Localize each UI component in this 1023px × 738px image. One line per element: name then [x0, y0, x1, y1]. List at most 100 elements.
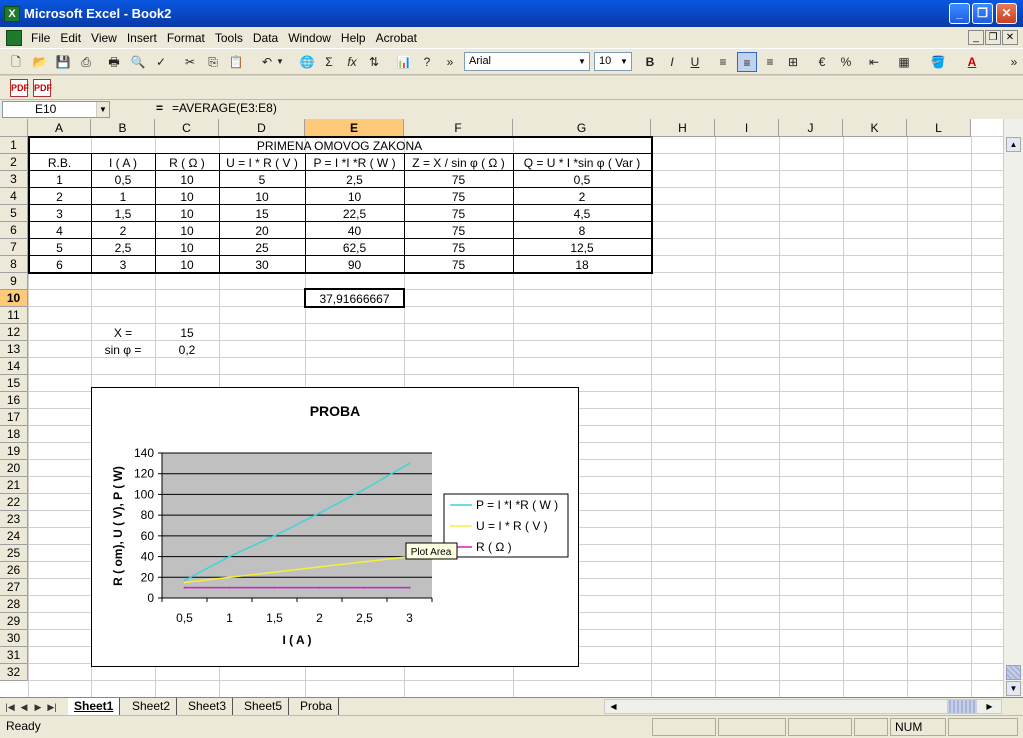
print-preview-icon[interactable]: 🔍 [128, 52, 148, 72]
chart-wizard-icon[interactable]: 📊 [394, 52, 414, 72]
fill-color-icon[interactable]: 🪣 [928, 52, 948, 72]
column-header-c[interactable]: C [155, 119, 219, 137]
scroll-thumb[interactable] [947, 700, 977, 713]
borders-icon[interactable]: ▦ [894, 52, 914, 72]
row-header-18[interactable]: 18 [0, 426, 28, 443]
menu-window[interactable]: Window [283, 31, 336, 45]
decrease-indent-icon[interactable]: ⇤ [864, 52, 884, 72]
row-header-16[interactable]: 16 [0, 392, 28, 409]
menu-acrobat[interactable]: Acrobat [371, 31, 422, 45]
row-header-26[interactable]: 26 [0, 562, 28, 579]
column-header-j[interactable]: J [779, 119, 843, 137]
menu-data[interactable]: Data [248, 31, 283, 45]
currency-icon[interactable]: € [812, 52, 832, 72]
row-header-13[interactable]: 13 [0, 341, 28, 358]
param-value[interactable]: 15 [155, 324, 219, 342]
cut-icon[interactable]: ✂ [180, 52, 200, 72]
menu-file[interactable]: File [26, 31, 55, 45]
row-header-19[interactable]: 19 [0, 443, 28, 460]
worksheet-grid[interactable]: A B C D E F G H I J K L 1 2 3 4 5 6 7 8 9 10 11 12 13 14 15 16 17 18 1… [0, 119, 1003, 697]
chevron-down-icon[interactable]: ▼ [96, 102, 109, 117]
row-header-6[interactable]: 6 [0, 222, 28, 239]
next-sheet-icon[interactable]: ▶ [32, 700, 44, 714]
column-header-b[interactable]: B [91, 119, 155, 137]
scroll-thumb[interactable] [1006, 665, 1021, 680]
close-button[interactable]: ✕ [996, 3, 1017, 24]
row-header-22[interactable]: 22 [0, 494, 28, 511]
sheet-tab-sheet5[interactable]: Sheet5 [238, 698, 290, 715]
row-header-12[interactable]: 12 [0, 324, 28, 341]
row-header-32[interactable]: 32 [0, 664, 28, 681]
row-header-2[interactable]: 2 [0, 154, 28, 171]
sheet-tab-sheet1[interactable]: Sheet1 [68, 698, 121, 715]
row-header-31[interactable]: 31 [0, 647, 28, 664]
row-header-15[interactable]: 15 [0, 375, 28, 392]
param-value[interactable]: 0,2 [155, 341, 219, 359]
print-icon[interactable]: 🖶 [104, 52, 124, 72]
row-header-7[interactable]: 7 [0, 239, 28, 256]
menu-tools[interactable]: Tools [210, 31, 248, 45]
row-header-23[interactable]: 23 [0, 511, 28, 528]
italic-icon[interactable]: I [662, 52, 682, 72]
prev-sheet-icon[interactable]: ◀ [18, 700, 30, 714]
row-header-4[interactable]: 4 [0, 188, 28, 205]
selected-cell-e10[interactable] [304, 288, 405, 308]
workbook-icon[interactable] [6, 29, 22, 46]
menu-format[interactable]: Format [162, 31, 210, 45]
workbook-minimize-button[interactable]: _ [968, 30, 984, 45]
convert-to-pdf-icon[interactable]: PDF [10, 79, 29, 97]
row-header-20[interactable]: 20 [0, 460, 28, 477]
sort-ascending-icon[interactable]: ⇅ [364, 52, 384, 72]
toolbar-options-icon[interactable]: » [1004, 52, 1023, 72]
row-header-1[interactable]: 1 [0, 137, 28, 154]
row-header-5[interactable]: 5 [0, 205, 28, 222]
help-icon[interactable]: ? [417, 52, 437, 72]
underline-icon[interactable]: U [685, 52, 705, 72]
font-size-select[interactable]: 10 ▼ [594, 52, 632, 71]
row-header-25[interactable]: 25 [0, 545, 28, 562]
spelling-icon[interactable]: ✓ [151, 52, 171, 72]
sheet-tab-proba[interactable]: Proba [294, 698, 340, 715]
pdf-email-icon[interactable]: PDF [33, 79, 52, 97]
toolbar-options-icon[interactable]: » [440, 52, 460, 72]
row-header-24[interactable]: 24 [0, 528, 28, 545]
plot-area[interactable] [162, 453, 432, 598]
row-header-10[interactable]: 10 [0, 290, 28, 307]
workbook-close-button[interactable]: ✕ [1002, 30, 1018, 45]
sheet-tab-sheet3[interactable]: Sheet3 [182, 698, 234, 715]
horizontal-scrollbar[interactable]: ◀ ▶ [604, 699, 1002, 714]
merge-center-icon[interactable]: ⊞ [783, 52, 803, 72]
column-header-e[interactable]: E [305, 119, 404, 137]
font-name-select[interactable]: Arial ▼ [464, 52, 590, 71]
row-header-27[interactable]: 27 [0, 579, 28, 596]
scroll-down-icon[interactable]: ▼ [1006, 681, 1021, 696]
paste-icon[interactable]: 📋 [226, 52, 246, 72]
align-center-icon[interactable]: ≡ [737, 52, 757, 72]
row-header-21[interactable]: 21 [0, 477, 28, 494]
menu-edit[interactable]: Edit [55, 31, 86, 45]
bold-icon[interactable]: B [640, 52, 660, 72]
scroll-up-icon[interactable]: ▲ [1006, 137, 1021, 152]
column-header-k[interactable]: K [843, 119, 907, 137]
chart-object[interactable]: PROBA 0 20 40 60 80 100 120 140 0,5 1 1,5 2 2,5 3 I ( A… [91, 387, 579, 667]
row-header-14[interactable]: 14 [0, 358, 28, 375]
new-icon[interactable]: 🗋 [6, 52, 26, 72]
formula-input[interactable]: =AVERAGE(E3:E8) [172, 101, 277, 115]
align-left-icon[interactable]: ≡ [713, 52, 733, 72]
copy-icon[interactable]: ⎘ [203, 52, 223, 72]
column-header-i[interactable]: I [715, 119, 779, 137]
column-header-g[interactable]: G [513, 119, 651, 137]
column-header-h[interactable]: H [651, 119, 715, 137]
column-header-d[interactable]: D [219, 119, 305, 137]
column-header-a[interactable]: A [28, 119, 91, 137]
first-sheet-icon[interactable]: |◀ [4, 700, 16, 714]
undo-dropdown-icon[interactable]: ▼ [274, 52, 286, 72]
sheet-tab-sheet2[interactable]: Sheet2 [126, 698, 178, 715]
minimize-button[interactable]: _ [949, 3, 970, 24]
menu-view[interactable]: View [86, 31, 122, 45]
maximize-button[interactable]: ❐ [972, 3, 993, 24]
font-color-icon[interactable]: A [962, 52, 982, 72]
open-icon[interactable]: 📂 [30, 52, 50, 72]
name-box[interactable]: E10 ▼ [2, 101, 110, 118]
column-header-f[interactable]: F [404, 119, 513, 137]
